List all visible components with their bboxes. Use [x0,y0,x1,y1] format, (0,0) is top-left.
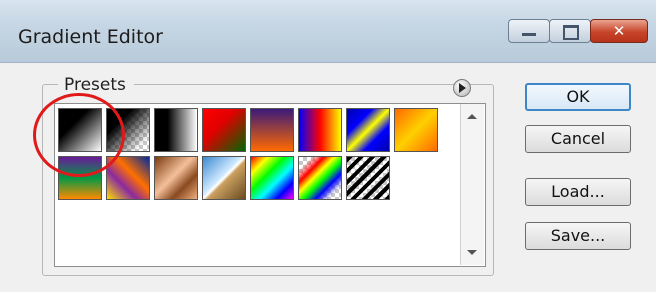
ok-button[interactable]: OK [525,83,631,111]
minimize-button[interactable] [508,19,550,43]
gradient-swatch-transparent-rainbow[interactable] [298,156,342,200]
scroll-up-icon[interactable] [467,114,477,119]
highlight-circle [33,93,125,177]
minimize-icon [522,33,536,36]
gradient-swatch-transparent-stripes[interactable] [346,156,390,200]
presets-label: Presets [58,75,134,95]
presets-menu-arrow-icon[interactable] [453,79,471,97]
gradient-swatch-black-white[interactable] [154,108,198,152]
gradient-swatch-blue-red-yellow[interactable] [298,108,342,152]
gradient-swatch-blue-yellow-blue[interactable] [346,108,390,152]
gradient-swatch-violet-orange[interactable] [250,108,294,152]
load-button[interactable]: Load... [525,178,631,206]
gradient-swatch-red-green[interactable] [202,108,246,152]
save-button[interactable]: Save... [525,222,631,250]
close-icon: ✕ [612,22,626,40]
gradient-swatch-chrome[interactable] [202,156,246,200]
gradient-editor-window: Gradient Editor ✕ Presets OK Cancel Load… [0,0,656,292]
cancel-button[interactable]: Cancel [525,125,631,153]
gradient-swatch-spectrum[interactable] [250,156,294,200]
window-title: Gradient Editor [18,26,163,48]
close-button[interactable]: ✕ [590,19,648,43]
gradient-swatch-copper[interactable] [154,156,198,200]
gradient-swatch-orange-yellow-orange[interactable] [394,108,438,152]
scroll-down-icon[interactable] [467,250,477,255]
presets-scrollbar[interactable] [460,104,484,265]
title-bar: Gradient Editor ✕ [0,0,656,63]
maximize-icon [563,25,579,40]
maximize-button[interactable] [549,19,591,43]
